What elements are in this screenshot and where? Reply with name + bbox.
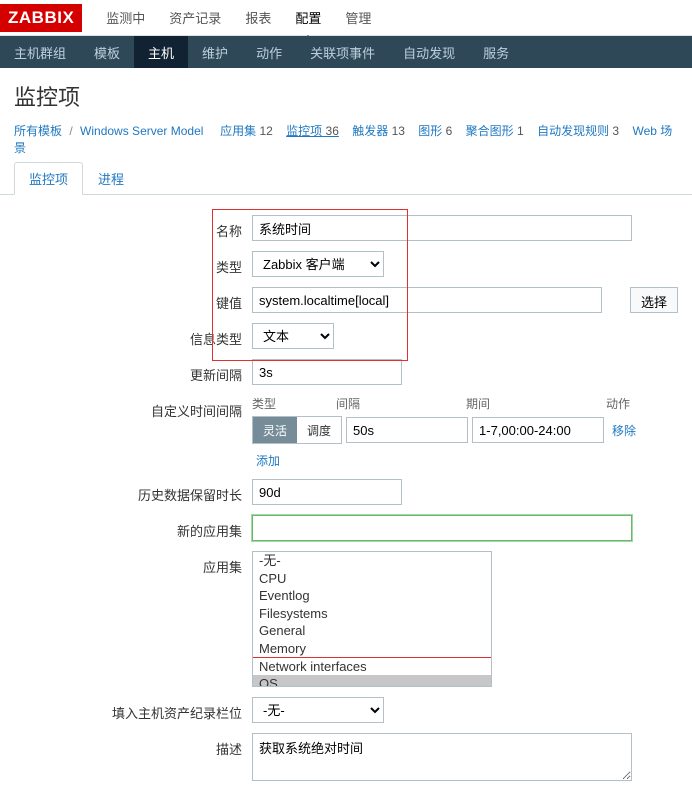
sub-nav: 主机群组 模板 主机 维护 动作 关联项事件 自动发现 服务	[0, 36, 692, 68]
tab-item[interactable]: 监控项	[14, 162, 83, 195]
subnav-maintenance[interactable]: 维护	[188, 36, 242, 68]
ci-remove-link[interactable]: 移除	[608, 418, 640, 443]
select-inventory[interactable]: -无-	[252, 697, 384, 723]
label-type: 类型	[14, 251, 252, 276]
topnav-monitoring[interactable]: 监测中	[94, 0, 157, 35]
label-new-app: 新的应用集	[14, 515, 252, 540]
breadcrumb-screens[interactable]: 聚合图形 1	[466, 124, 524, 138]
ci-head-type: 类型	[252, 395, 336, 412]
tab-process[interactable]: 进程	[83, 162, 139, 195]
top-bar: ZABBIX 监测中 资产记录 报表 配置 管理	[0, 0, 692, 36]
subnav-templates[interactable]: 模板	[80, 36, 134, 68]
breadcrumb-triggers[interactable]: 触发器 13	[352, 124, 405, 138]
label-name: 名称	[14, 215, 252, 240]
ci-add-link[interactable]: 添加	[252, 450, 284, 472]
breadcrumb-graphs[interactable]: 图形 6	[418, 124, 452, 138]
select-type[interactable]: Zabbix 客户端	[252, 251, 384, 277]
subnav-discovery[interactable]: 自动发现	[389, 36, 469, 68]
ci-head-action: 动作	[606, 395, 630, 412]
button-select-key[interactable]: 选择	[630, 287, 678, 313]
breadcrumb-template[interactable]: Windows Server Model	[80, 124, 203, 138]
subnav-actions[interactable]: 动作	[242, 36, 296, 68]
topnav-reports[interactable]: 报表	[233, 0, 283, 35]
app-opt-cpu[interactable]: CPU	[253, 570, 491, 588]
app-opt-memory[interactable]: Memory	[253, 640, 491, 658]
ci-period-input[interactable]	[472, 417, 604, 443]
breadcrumb-discovery-rules[interactable]: 自动发现规则 3	[537, 124, 619, 138]
label-custom-interval: 自定义时间间隔	[14, 395, 252, 420]
breadcrumb-all-templates[interactable]: 所有模板	[14, 124, 62, 138]
textarea-description[interactable]	[252, 733, 632, 781]
ci-interval-input[interactable]	[346, 417, 468, 443]
input-history[interactable]	[252, 479, 402, 505]
subnav-services[interactable]: 服务	[469, 36, 523, 68]
highlight-frame-2: Network interfaces OS	[253, 658, 491, 687]
filter-tabs: 监控项 进程	[0, 162, 692, 195]
breadcrumb-applications[interactable]: 应用集 12	[220, 124, 273, 138]
app-opt-eventlog[interactable]: Eventlog	[253, 587, 491, 605]
page-title: 监控项	[0, 68, 692, 122]
breadcrumbs: 所有模板 / Windows Server Model 应用集 12 监控项 3…	[0, 122, 692, 162]
app-opt-netif[interactable]: Network interfaces	[253, 658, 491, 676]
select-info-type[interactable]: 文本	[252, 323, 334, 349]
item-form: 名称 类型 Zabbix 客户端 键值 选择 信息类型 文本 更新间隔	[0, 215, 692, 811]
label-info-type: 信息类型	[14, 323, 252, 348]
ci-head-interval: 间隔	[336, 395, 466, 412]
label-update-interval: 更新间隔	[14, 359, 252, 384]
logo: ZABBIX	[0, 4, 82, 32]
subnav-hostgroups[interactable]: 主机群组	[0, 36, 80, 68]
ci-type-segment: 灵活 调度	[252, 416, 342, 444]
label-inventory: 填入主机资产纪录栏位	[14, 697, 252, 722]
app-opt-filesystems[interactable]: Filesystems	[253, 605, 491, 623]
label-key: 键值	[14, 287, 252, 312]
label-apps: 应用集	[14, 551, 252, 576]
app-opt-general[interactable]: General	[253, 622, 491, 640]
topnav-inventory[interactable]: 资产记录	[157, 0, 233, 35]
label-history: 历史数据保留时长	[14, 479, 252, 504]
input-update-interval[interactable]	[252, 359, 402, 385]
app-opt-os[interactable]: OS	[253, 675, 491, 687]
label-description: 描述	[14, 733, 252, 758]
applications-listbox[interactable]: -无- CPU Eventlog Filesystems General Mem…	[252, 551, 492, 687]
topnav-configuration[interactable]: 配置	[283, 0, 333, 35]
input-new-app[interactable]	[252, 515, 632, 541]
input-name[interactable]	[252, 215, 632, 241]
topnav-administration[interactable]: 管理	[333, 0, 383, 35]
input-key[interactable]	[252, 287, 602, 313]
ci-head-period: 期间	[466, 395, 606, 412]
ci-seg-sched[interactable]: 调度	[297, 417, 341, 443]
ci-seg-flex[interactable]: 灵活	[253, 417, 297, 443]
breadcrumb-items[interactable]: 监控项 36	[286, 124, 339, 138]
app-opt-none[interactable]: -无-	[253, 552, 491, 570]
subnav-hosts[interactable]: 主机	[134, 36, 188, 68]
